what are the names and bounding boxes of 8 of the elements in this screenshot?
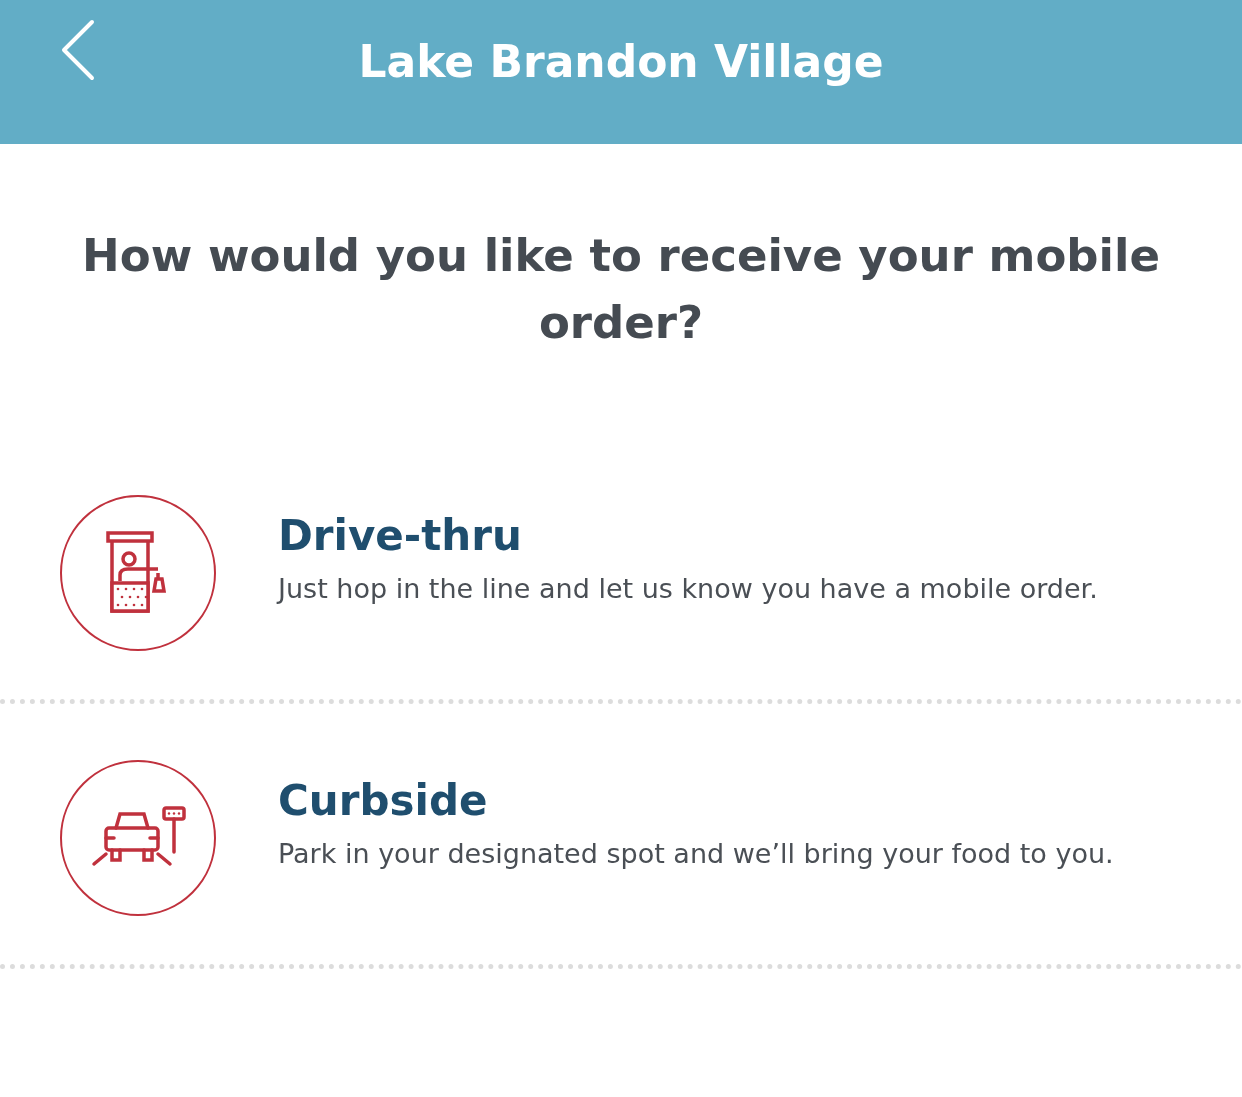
- order-option[interactable]: Curbside Park in your designated spot and we’ll bring your food to you.: [0, 746, 1242, 964]
- option-title: Drive-thru: [278, 510, 523, 562]
- option-description: Just hop in the line and let us know you have a mobile order.: [278, 572, 1098, 606]
- order-option[interactable]: Drive-thru Just hop in the line and let us know you have a mobile order.: [0, 481, 1242, 699]
- option-title: Curbside: [278, 775, 489, 827]
- location-title: Lake Brandon Village: [358, 35, 884, 87]
- option-description: Park in your designated spot and we’ll bring your food to you.: [278, 837, 1114, 871]
- question-heading: How would you like to receive your mobile order?: [81, 228, 1161, 351]
